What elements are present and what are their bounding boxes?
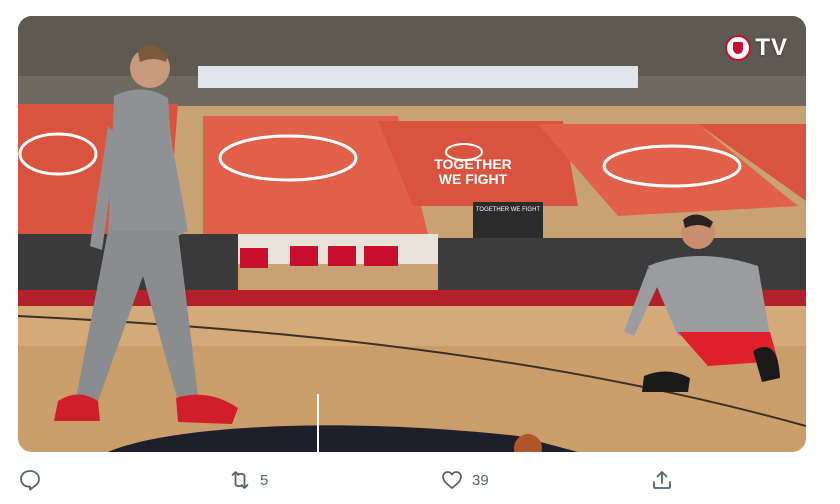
retweet-count: 5 — [260, 471, 269, 489]
like-icon — [442, 471, 462, 489]
reply-button[interactable] — [18, 468, 50, 492]
arena-scene: TOGETHER WE FIGHT TOGETHER WE FIGHT — [18, 16, 806, 452]
club-crest-icon — [725, 35, 752, 61]
banner-text-bottom: WE FIGHT — [439, 171, 508, 187]
share-icon — [653, 471, 671, 489]
banner-text-top: TOGETHER — [434, 156, 512, 172]
share-button[interactable] — [650, 468, 674, 492]
like-count: 39 — [472, 471, 489, 489]
small-sign-text: TOGETHER WE FIGHT — [476, 207, 541, 213]
retweet-button[interactable]: 5 — [228, 468, 268, 492]
like-button[interactable]: 39 — [440, 468, 489, 492]
reply-icon — [20, 470, 40, 491]
brand-logo-text: TV — [755, 34, 788, 61]
brand-logo: TV — [725, 34, 788, 62]
tweet-video-media[interactable]: TOGETHER WE FIGHT TOGETHER WE FIGHT TV — [18, 16, 806, 452]
tweet-action-bar: 5 39 — [0, 462, 840, 504]
retweet-icon — [231, 471, 249, 489]
